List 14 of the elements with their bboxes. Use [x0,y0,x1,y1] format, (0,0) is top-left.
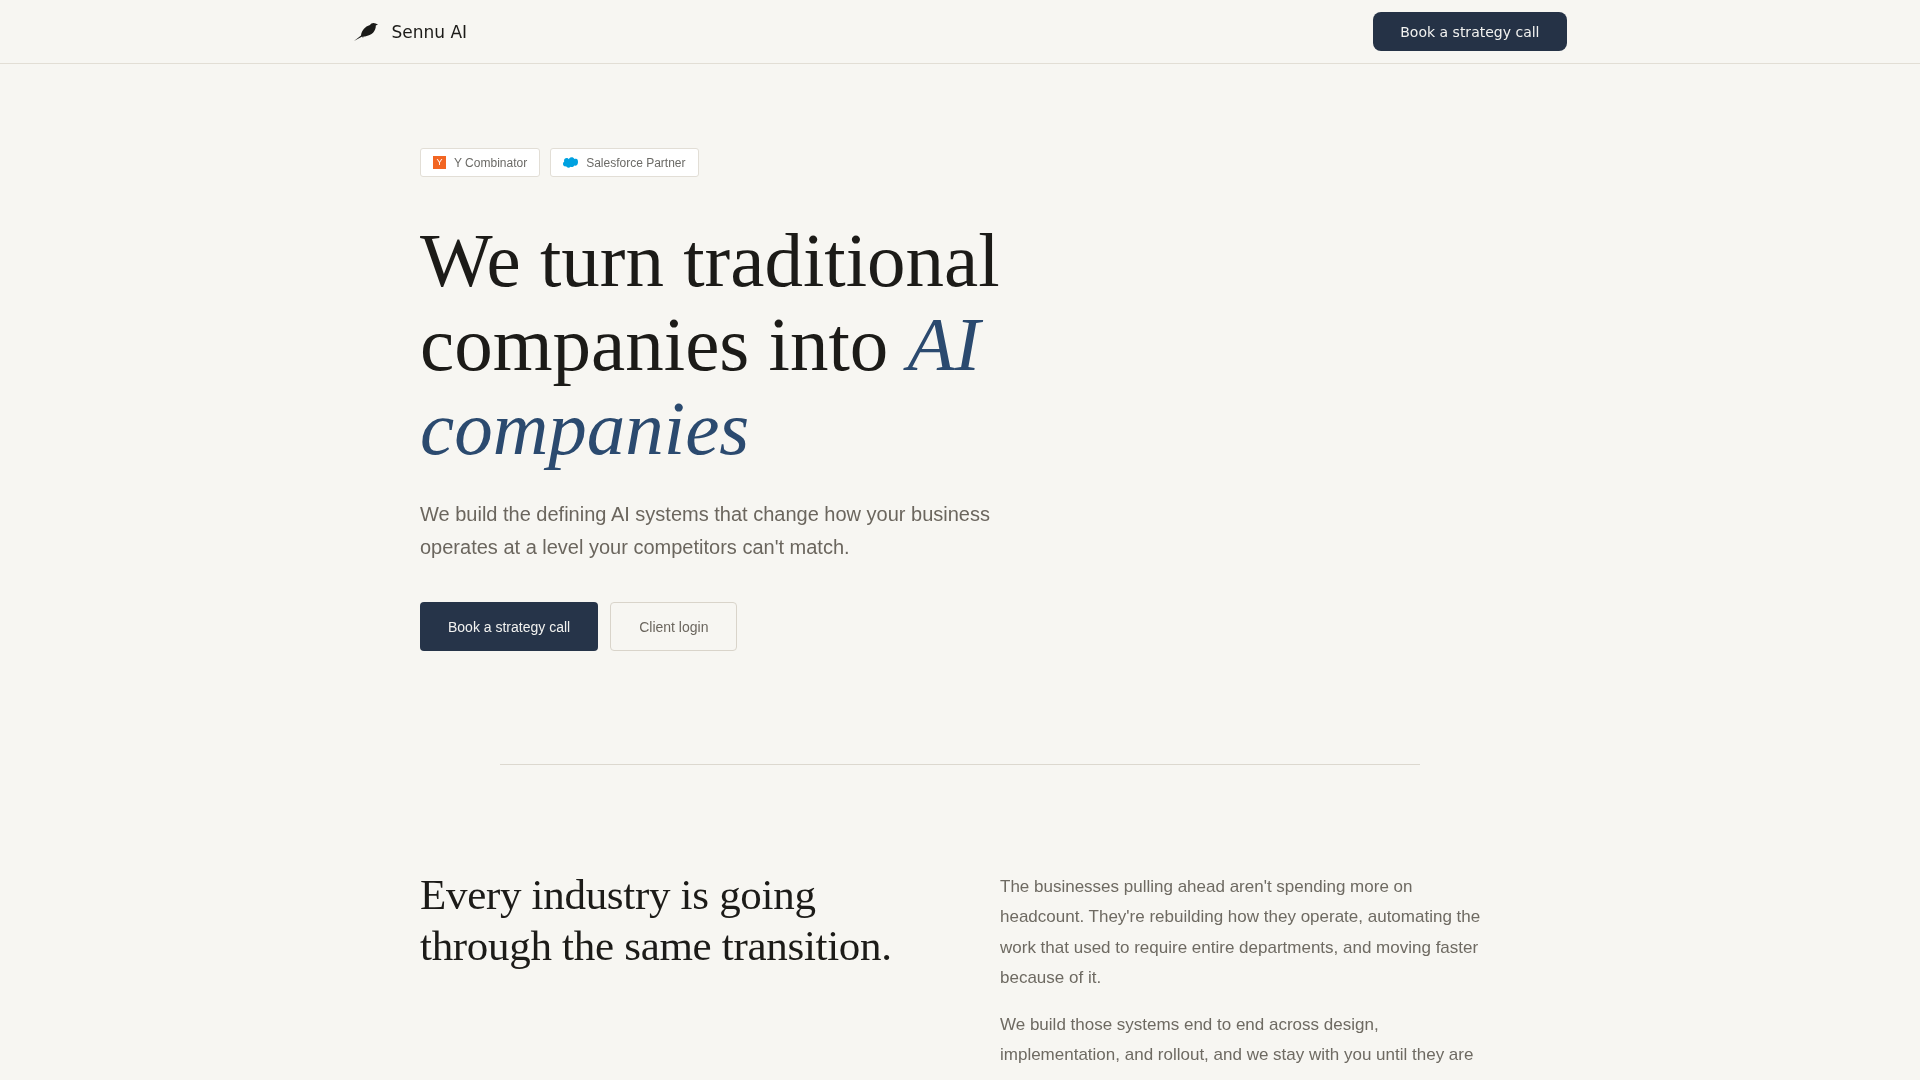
hero-headline: We turn traditional companies into AI companies [420,218,1001,470]
book-call-button[interactable]: Book a strategy call [1373,12,1567,51]
client-login-button[interactable]: Client login [610,602,738,651]
hero-subtitle: We build the defining AI systems that change how your business operates at a level your competitors can't match. [420,502,991,560]
section-heading: Every industry is going through the same transition. [420,870,893,971]
letter-logo: Y [433,156,446,169]
body-paragraph: We build those systems end to end across design, implementation, and rollout, and we stay with you until they are [1000,1013,1475,1067]
bird-icon [353,22,378,41]
partner-name: Y Combinator [454,155,528,170]
cloud-icon [563,157,579,168]
book-call-button[interactable]: Book a strategy call [420,602,599,651]
partner-name: Salesforce Partner [586,155,686,170]
brand-name[interactable]: Sennu AI [391,21,468,42]
body-paragraph: The businesses pulling ahead aren't spending more on headcount. They're rebuilding how they operate, automating the work that used to require entire departments, and moving faster because of it. [1000,876,1482,990]
